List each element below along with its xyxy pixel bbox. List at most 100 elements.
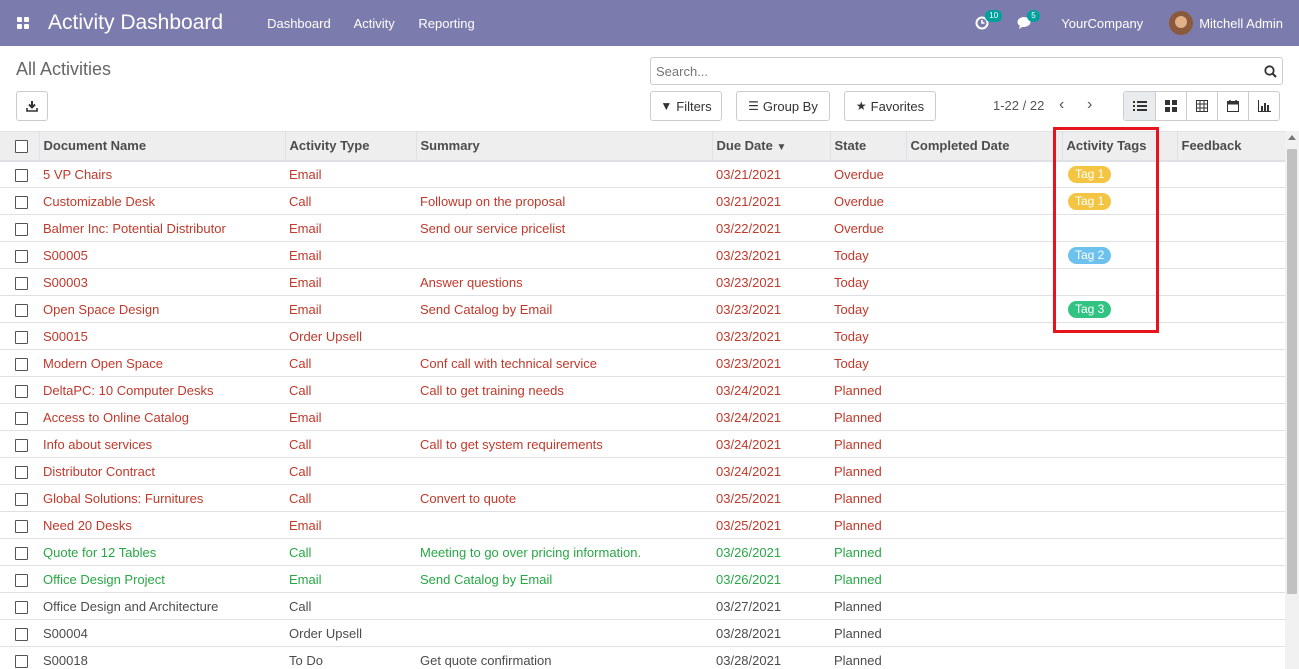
top-navbar: Activity Dashboard Dashboard Activity Re… xyxy=(0,0,1299,46)
cell-completed-date xyxy=(906,377,1062,404)
cell-document-name: Need 20 Desks xyxy=(43,517,132,533)
row-checkbox[interactable] xyxy=(0,242,39,269)
calendar-view-icon[interactable] xyxy=(1217,92,1248,120)
cell-activity-type: Email xyxy=(289,301,322,317)
cell-feedback xyxy=(1177,350,1285,377)
company-switcher[interactable]: YourCompany xyxy=(1061,16,1143,31)
column-document-name[interactable]: Document Name xyxy=(39,131,286,162)
table-row[interactable]: S00003 Email Answer questions 03/23/2021 Tod… xyxy=(0,269,1285,296)
column-completed-date[interactable]: Completed Date xyxy=(906,131,1063,162)
user-menu[interactable]: Mitchell Admin xyxy=(1169,11,1283,35)
table-row[interactable]: S00004 Order Upsell 03/28/2021 Planned xyxy=(0,620,1285,647)
table-row[interactable]: Office Design and Architecture Call 03/27/… xyxy=(0,593,1285,620)
cell-summary: Followup on the proposal xyxy=(420,193,566,209)
row-checkbox[interactable] xyxy=(0,188,39,215)
row-checkbox[interactable] xyxy=(0,566,39,593)
cell-state: Planned xyxy=(834,598,882,614)
column-state[interactable]: State xyxy=(830,131,907,162)
list-view-icon[interactable] xyxy=(1124,92,1155,120)
cell-feedback xyxy=(1177,485,1285,512)
cell-state: Today xyxy=(834,301,869,317)
group-by-button[interactable]: ☰ Group By xyxy=(736,91,830,121)
graph-view-icon[interactable] xyxy=(1248,92,1279,120)
row-checkbox[interactable] xyxy=(0,269,39,296)
table-row[interactable]: Balmer Inc: Potential Distributor Email Se… xyxy=(0,215,1285,242)
column-feedback[interactable]: Feedback xyxy=(1177,131,1285,162)
scroll-thumb[interactable] xyxy=(1287,149,1297,594)
apps-menu-icon[interactable] xyxy=(0,0,46,46)
pager-previous-icon[interactable]: ‹ xyxy=(1059,96,1064,114)
column-summary[interactable]: Summary xyxy=(416,131,713,162)
table-row[interactable]: S00005 Email 03/23/2021 Today Tag 2 xyxy=(0,242,1285,269)
cell-due-date: 03/28/2021 xyxy=(716,652,782,668)
cell-completed-date xyxy=(906,215,1062,242)
table-row[interactable]: Modern Open Space Call Conf call with tech… xyxy=(0,350,1285,377)
pager-value[interactable]: 1-22 / 22 xyxy=(993,98,1044,113)
cell-due-date: 03/27/2021 xyxy=(716,598,782,614)
pager-next-icon[interactable]: › xyxy=(1087,96,1092,114)
favorites-label: Favorites xyxy=(870,98,925,114)
row-checkbox[interactable] xyxy=(0,431,39,458)
activity-tag-badge: Tag 2 xyxy=(1068,246,1112,264)
table-row[interactable]: DeltaPC: 10 Computer Desks Call Call to ge… xyxy=(0,377,1285,404)
row-checkbox[interactable] xyxy=(0,512,39,539)
table-row[interactable]: S00018 To Do Get quote confirmation 03/28/2… xyxy=(0,647,1285,669)
row-checkbox[interactable] xyxy=(0,161,39,188)
cell-completed-date xyxy=(906,566,1062,593)
row-checkbox[interactable] xyxy=(0,404,39,431)
row-checkbox[interactable] xyxy=(0,458,39,485)
cell-summary: Conf call with technical service xyxy=(420,355,598,371)
row-checkbox[interactable] xyxy=(0,215,39,242)
cell-summary: Send Catalog by Email xyxy=(420,571,553,587)
table-row[interactable]: Global Solutions: Furnitures Call Convert … xyxy=(0,485,1285,512)
messaging-systray[interactable]: 5 xyxy=(1017,10,1040,30)
scroll-up-icon[interactable] xyxy=(1288,135,1296,140)
cell-feedback xyxy=(1177,161,1285,188)
table-row[interactable]: Need 20 Desks Email 03/25/2021 Planned xyxy=(0,512,1285,539)
select-all-checkbox[interactable] xyxy=(0,131,40,162)
table-row[interactable]: S00015 Order Upsell 03/23/2021 Today xyxy=(0,323,1285,350)
cell-summary xyxy=(416,323,712,350)
row-checkbox[interactable] xyxy=(0,593,39,620)
row-checkbox[interactable] xyxy=(0,350,39,377)
kanban-view-icon[interactable] xyxy=(1155,92,1186,120)
table-row[interactable]: Info about services Call Call to get syste… xyxy=(0,431,1285,458)
search-icon[interactable] xyxy=(1258,64,1282,78)
table-row[interactable]: Office Design Project Email Send Catalog b… xyxy=(0,566,1285,593)
activity-table: Document Name Activity Type Summary Due … xyxy=(0,131,1285,669)
row-checkbox[interactable] xyxy=(0,485,39,512)
column-due-date[interactable]: Due Date ▼ xyxy=(712,131,831,162)
pivot-view-icon[interactable] xyxy=(1186,92,1217,120)
row-checkbox[interactable] xyxy=(0,377,39,404)
menu-dashboard[interactable]: Dashboard xyxy=(267,16,331,31)
filters-button[interactable]: ▼ Filters xyxy=(650,91,722,121)
table-row[interactable]: Open Space Design Email Send Catalog by Em… xyxy=(0,296,1285,323)
row-checkbox[interactable] xyxy=(0,647,39,669)
table-row[interactable]: 5 VP Chairs Email 03/21/2021 Overdue Tag 1 xyxy=(0,161,1285,188)
table-row[interactable]: Distributor Contract Call 03/24/2021 Planne… xyxy=(0,458,1285,485)
row-checkbox[interactable] xyxy=(0,296,39,323)
favorites-button[interactable]: ★ Favorites xyxy=(844,91,936,121)
column-activity-type[interactable]: Activity Type xyxy=(285,131,417,162)
filter-icon: ▼ xyxy=(660,99,673,113)
cell-activity-tags xyxy=(1062,269,1177,296)
activity-systray[interactable]: 10 xyxy=(975,10,1003,30)
row-checkbox[interactable] xyxy=(0,539,39,566)
table-row[interactable]: Customizable Desk Call Followup on the pro… xyxy=(0,188,1285,215)
cell-activity-tags xyxy=(1062,404,1177,431)
table-row[interactable]: Quote for 12 Tables Call Meeting to go ove… xyxy=(0,539,1285,566)
cell-activity-tags xyxy=(1062,458,1177,485)
column-activity-tags[interactable]: Activity Tags xyxy=(1062,131,1178,162)
cell-document-name: S00003 xyxy=(43,274,88,290)
vertical-scrollbar[interactable] xyxy=(1285,131,1299,669)
cell-due-date: 03/21/2021 xyxy=(716,166,782,182)
download-button[interactable] xyxy=(16,91,48,121)
menu-activity[interactable]: Activity xyxy=(354,16,395,31)
menu-reporting[interactable]: Reporting xyxy=(418,16,474,31)
cell-document-name: 5 VP Chairs xyxy=(43,166,113,182)
table-row[interactable]: Access to Online Catalog Email 03/24/2021 P… xyxy=(0,404,1285,431)
row-checkbox[interactable] xyxy=(0,620,39,647)
row-checkbox[interactable] xyxy=(0,323,39,350)
search-input[interactable] xyxy=(651,58,1258,84)
cell-feedback xyxy=(1177,404,1285,431)
